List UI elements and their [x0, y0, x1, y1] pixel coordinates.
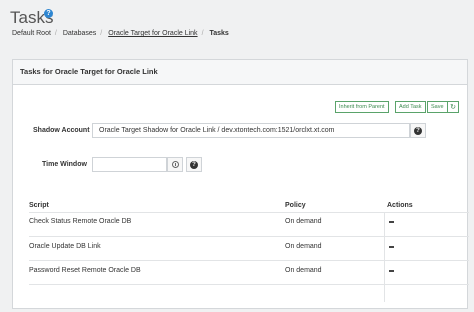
row-policy: On demand [285, 267, 322, 274]
menu-icon[interactable] [389, 246, 394, 248]
time-window-help-button[interactable]: ? [186, 157, 202, 172]
table-divider [29, 236, 469, 237]
row-script: Oracle Update DB Link [29, 243, 101, 250]
breadcrumb-target[interactable]: Oracle Target for Oracle Link [108, 30, 197, 37]
clock-icon [171, 161, 179, 168]
row-policy: On demand [285, 218, 322, 225]
column-header-policy: Policy [285, 202, 306, 209]
panel-heading: Tasks for Oracle Target for Oracle Link [13, 60, 467, 85]
breadcrumb-separator: / [54, 30, 57, 37]
help-icon: ? [414, 126, 422, 135]
breadcrumb-separator: / [201, 30, 204, 37]
table-divider [29, 284, 469, 285]
menu-icon[interactable] [389, 270, 394, 272]
save-button[interactable]: Save [427, 101, 448, 113]
add-task-button[interactable]: Add Task [395, 101, 426, 113]
menu-icon[interactable] [389, 221, 394, 223]
column-header-actions: Actions [387, 202, 413, 209]
shadow-account-label: Shadow Account [33, 127, 90, 134]
refresh-icon[interactable]: ↻ [447, 101, 459, 113]
breadcrumb-separator: / [100, 30, 103, 37]
shadow-help-button[interactable]: ? [410, 123, 426, 138]
help-icon: ? [190, 160, 198, 169]
row-script: Check Status Remote Oracle DB [29, 218, 132, 225]
breadcrumb-databases[interactable]: Databases [63, 30, 96, 37]
table-divider [29, 260, 469, 261]
tasks-panel: Tasks for Oracle Target for Oracle Link … [12, 59, 469, 309]
help-icon[interactable]: ? [44, 9, 53, 18]
row-script: Password Reset Remote Oracle DB [29, 267, 141, 274]
breadcrumb-current: Tasks [209, 30, 229, 37]
row-policy: On demand [285, 243, 322, 250]
inherit-from-parent-button[interactable]: Inherit from Parent [335, 101, 389, 113]
time-window-input[interactable] [92, 157, 167, 172]
column-header-script: Script [29, 202, 49, 209]
breadcrumb: Default Root / Databases / Oracle Target f… [12, 30, 229, 37]
table-divider [29, 212, 469, 213]
time-window-clock-button[interactable] [167, 157, 183, 172]
breadcrumb-root[interactable]: Default Root [12, 30, 51, 37]
column-divider [384, 212, 385, 302]
shadow-account-field[interactable]: Oracle Target Shadow for Oracle Link / d… [92, 123, 410, 138]
time-window-label: Time Window [42, 161, 87, 168]
